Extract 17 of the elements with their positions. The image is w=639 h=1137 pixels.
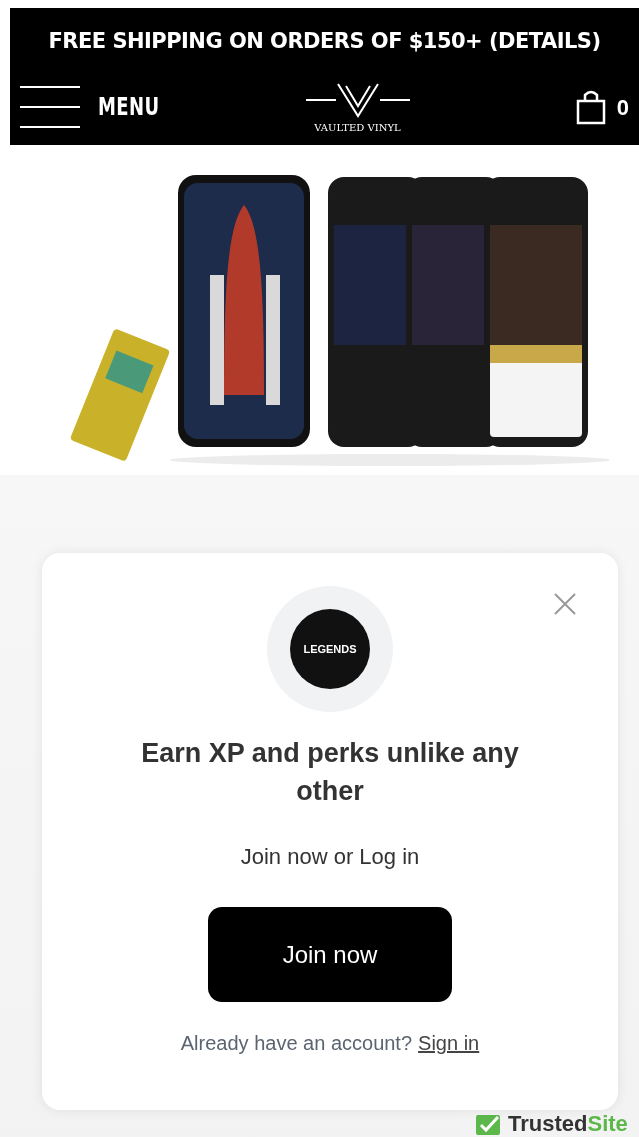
close-button[interactable]	[554, 593, 576, 615]
close-icon	[554, 593, 576, 615]
join-button[interactable]: Join now	[208, 907, 452, 1002]
checkmark-icon	[476, 1112, 502, 1135]
modal-subtitle: Join now or Log in	[240, 843, 420, 871]
badge-label: Site	[587, 1110, 628, 1137]
badge-text: LEGENDS	[303, 641, 357, 657]
cart-button[interactable]: 0	[574, 89, 629, 125]
signin-prompt: Already have an account?	[180, 1031, 413, 1056]
menu-button[interactable]: MENU	[20, 86, 181, 128]
signin-link[interactable]: Sign in	[418, 1028, 480, 1058]
menu-icon	[20, 86, 80, 128]
shopping-bag-icon	[574, 89, 607, 125]
modal-title: Earn XP and perks unlike any other	[140, 737, 520, 808]
announcement-text[interactable]: FREE SHIPPING ON ORDERS OF $150+ (DETAILS)	[48, 26, 601, 58]
badge-label: Trusted	[508, 1110, 588, 1137]
site-logo[interactable]: VAULTED VINYL	[305, 79, 410, 135]
